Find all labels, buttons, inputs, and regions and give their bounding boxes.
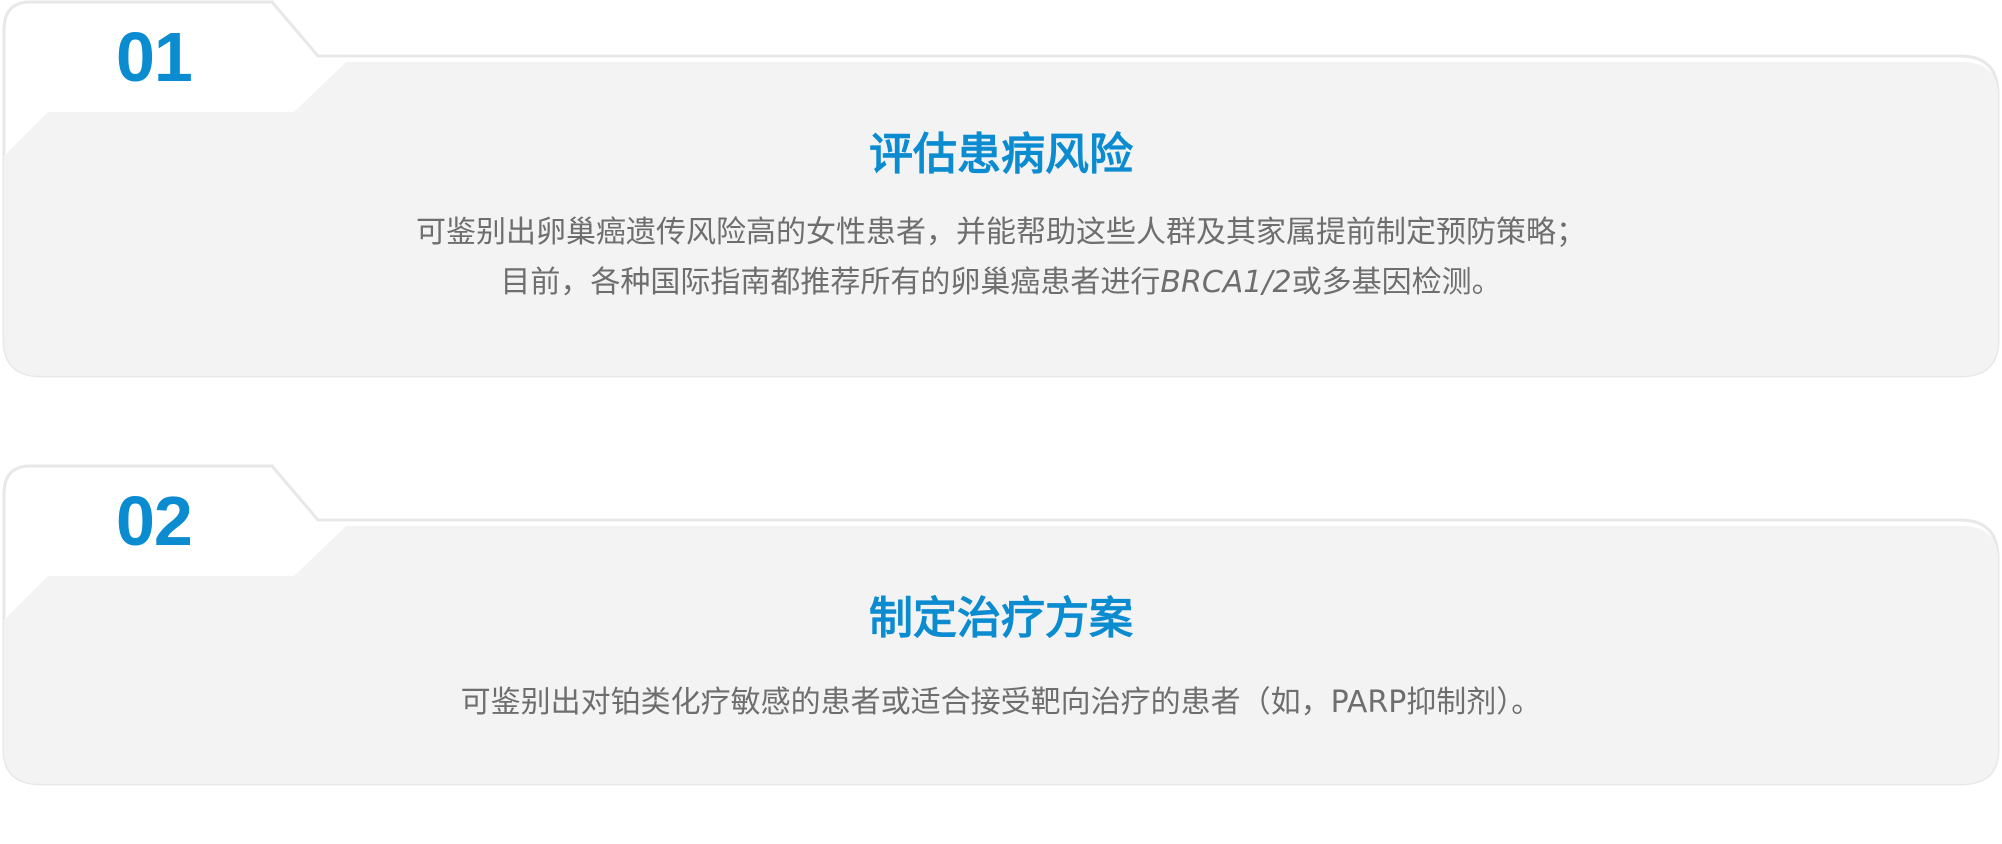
card-title: 制定治疗方案	[869, 593, 1133, 644]
card-description: 可鉴别出卵巢癌遗传风险高的女性患者，并能帮助这些人群及其家属提前制定预防策略； …	[0, 208, 2002, 308]
description-line: 可鉴别出对铂类化疗敏感的患者或适合接受靶向治疗的患者（如，PARP抑制剂）。	[460, 685, 1542, 720]
card-treatment-plan: 02 制定治疗方案 可鉴别出对铂类化疗敏感的患者或适合接受靶向治疗的患者（如，P…	[0, 464, 2002, 844]
card-background-shape	[2, 0, 2000, 378]
description-line: 目前，各种国际指南都推荐所有的卵巢癌患者进行BRCA1/2或多基因检测。	[0, 258, 2002, 308]
gene-name: BRCA1/2	[1160, 265, 1292, 300]
description-line: 可鉴别出卵巢癌遗传风险高的女性患者，并能帮助这些人群及其家属提前制定预防策略；	[416, 215, 1586, 250]
description-text: 或多基因检测。	[1291, 265, 1502, 300]
card-risk-assessment: 01 评估患病风险 可鉴别出卵巢癌遗传风险高的女性患者，并能帮助这些人群及其家属…	[0, 0, 2002, 380]
card-title: 评估患病风险	[869, 129, 1133, 180]
step-number: 01	[116, 18, 193, 96]
description-text: 目前，各种国际指南都推荐所有的卵巢癌患者进行	[500, 265, 1161, 300]
card-description: 可鉴别出对铂类化疗敏感的患者或适合接受靶向治疗的患者（如，PARP抑制剂）。	[0, 678, 2002, 728]
step-number: 02	[116, 482, 193, 560]
